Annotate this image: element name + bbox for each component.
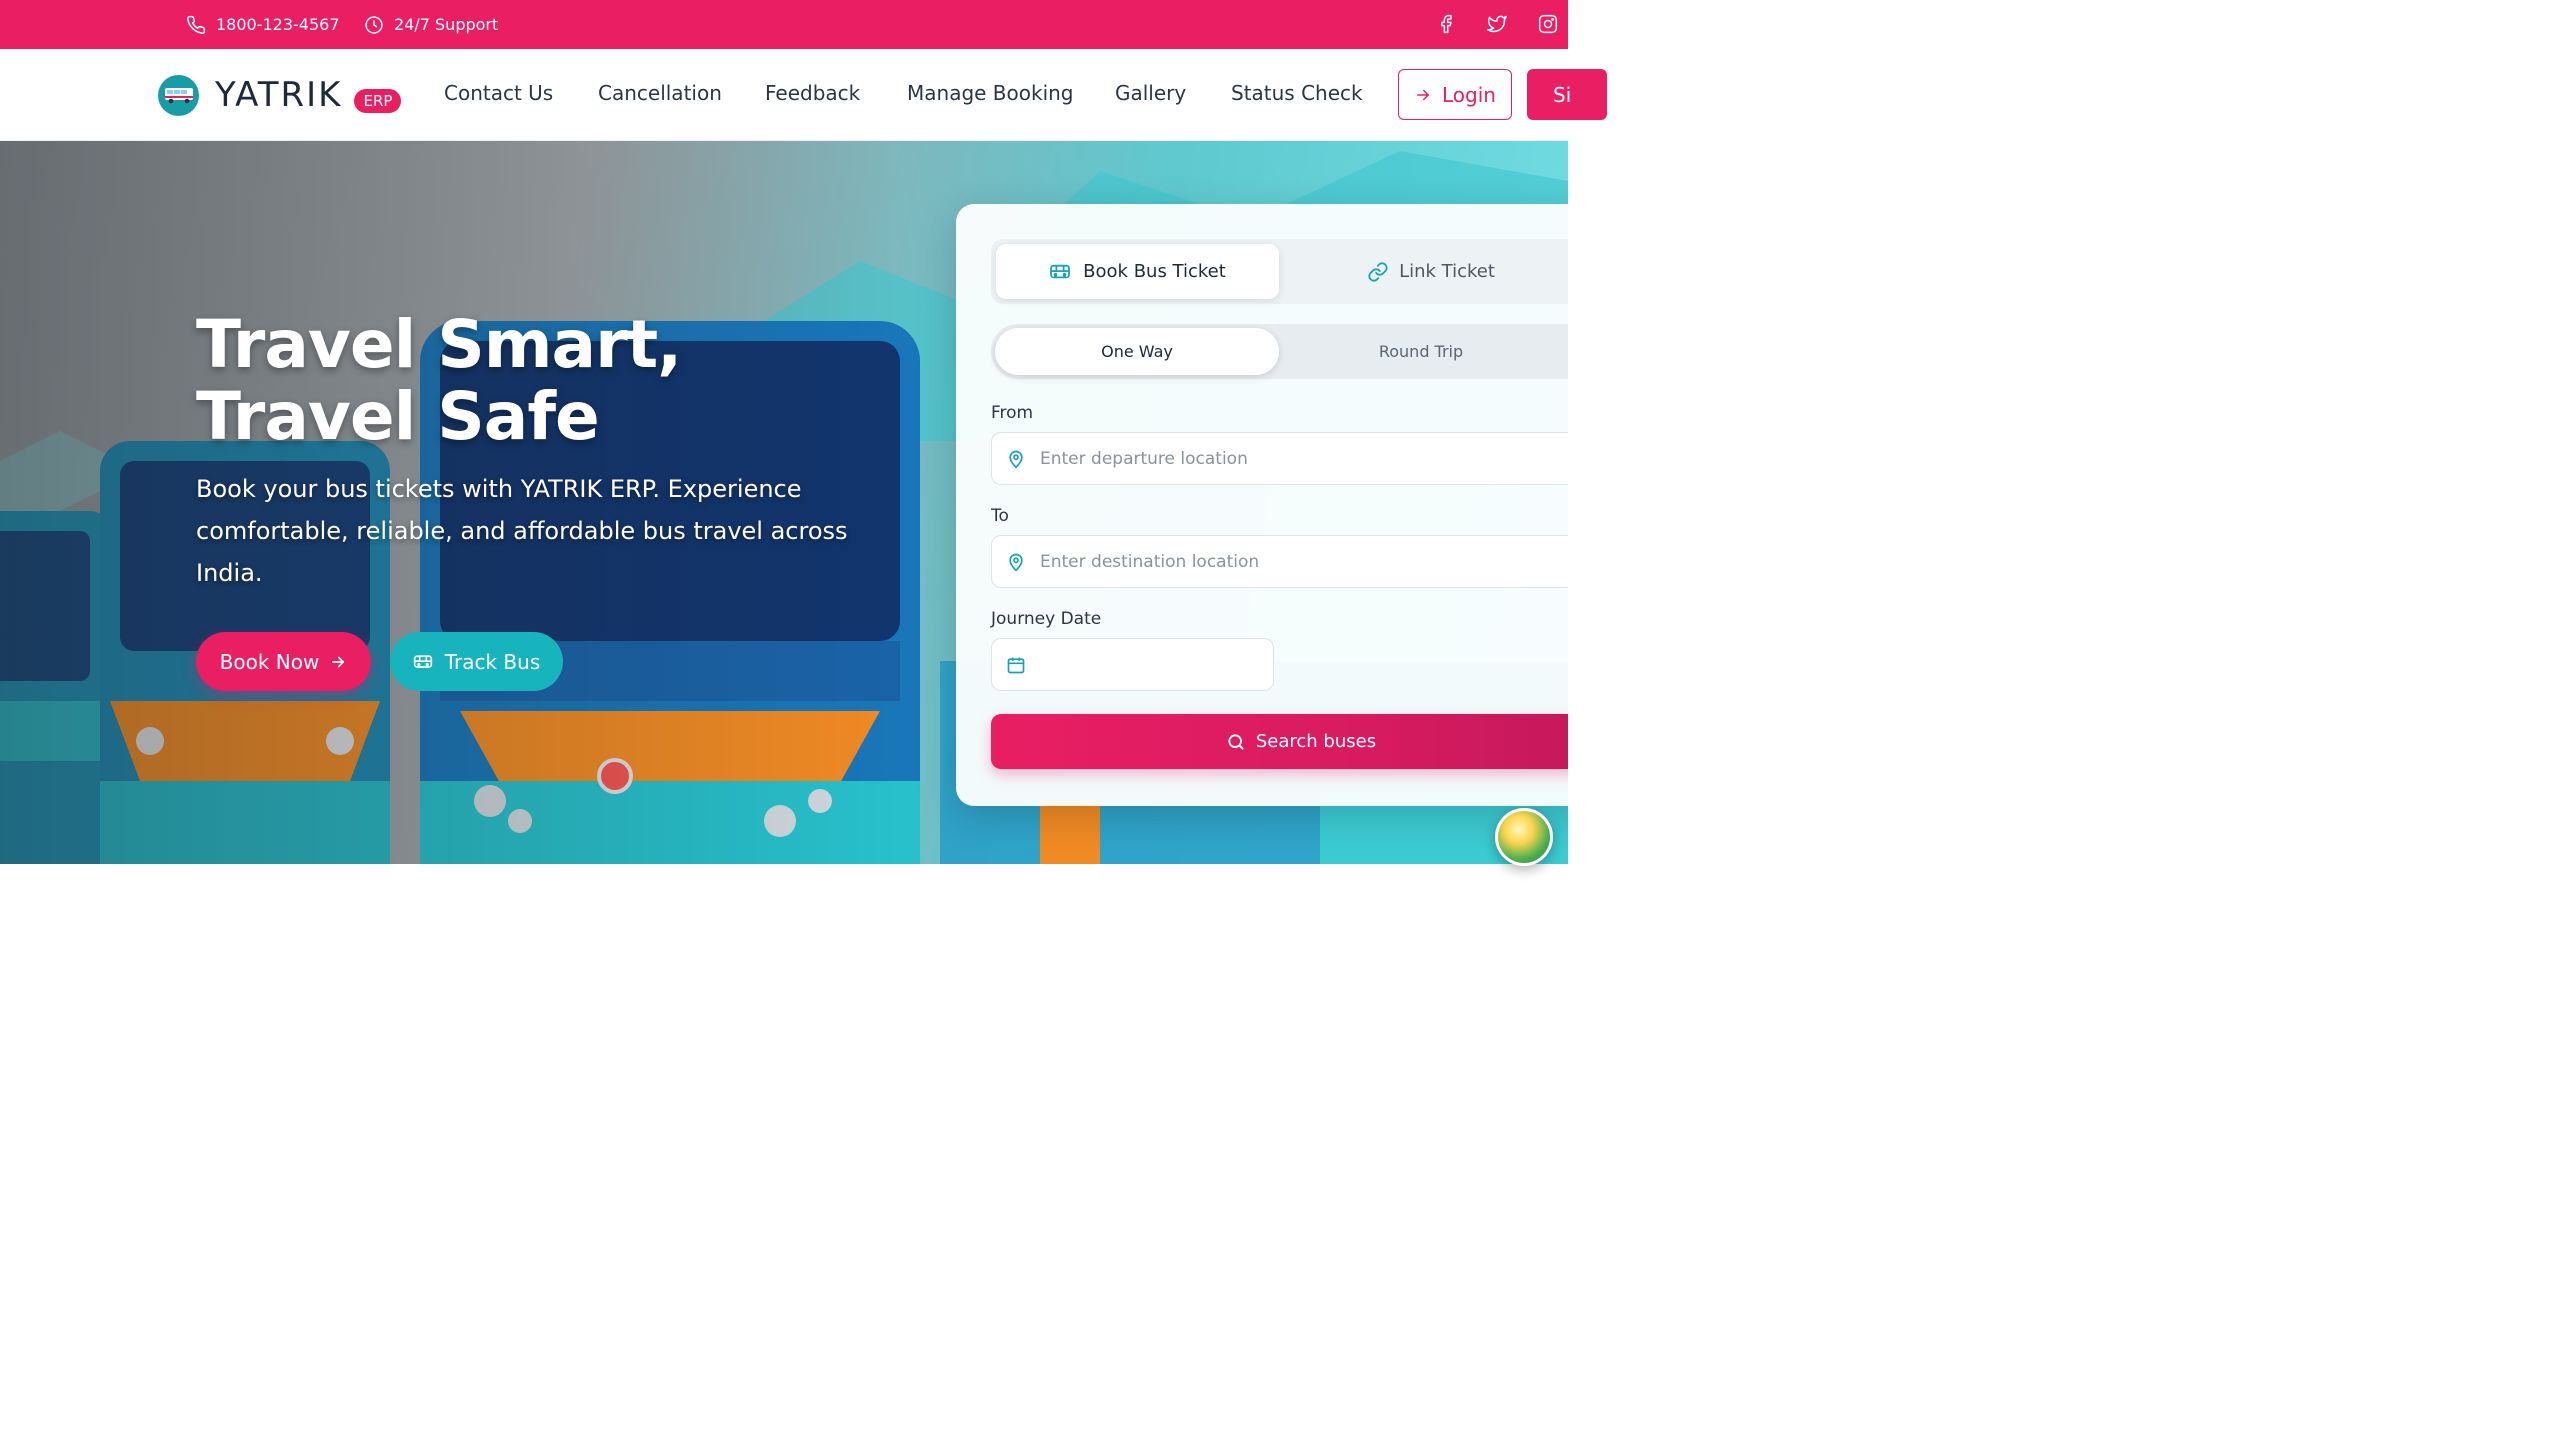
main-navbar: YATRIK ERP Contact Us Cancellation Feedb… bbox=[0, 49, 1607, 141]
hero-title-line1: Travel Smart, bbox=[196, 306, 682, 383]
search-buses-label: Search buses bbox=[1255, 731, 1377, 752]
location-pin-icon bbox=[1009, 450, 1023, 468]
facebook-icon[interactable] bbox=[1434, 12, 1458, 36]
login-label: Login bbox=[1442, 82, 1496, 107]
signup-button[interactable]: Si bbox=[1527, 69, 1607, 120]
location-pin-icon bbox=[1009, 553, 1023, 571]
search-buses-button[interactable]: Search buses bbox=[991, 714, 1568, 769]
to-label: To bbox=[991, 506, 1009, 526]
booking-tabs: Book Bus Ticket Link Ticket bbox=[991, 239, 1568, 304]
track-bus-label: Track Bus bbox=[444, 649, 541, 674]
from-label: From bbox=[991, 403, 1034, 423]
hero-title: Travel Smart, Travel Safe bbox=[196, 306, 682, 455]
phone-icon bbox=[187, 15, 206, 34]
journey-date-label: Journey Date bbox=[991, 609, 1102, 629]
phone-number: 1800-123-4567 bbox=[216, 15, 340, 34]
to-field[interactable]: Enter destination location bbox=[991, 535, 1568, 588]
bus-ticket-icon bbox=[1050, 264, 1071, 278]
instagram-icon[interactable] bbox=[1536, 12, 1560, 36]
top-contact-bar: 1800-123-4567 24/7 Support bbox=[0, 0, 1568, 49]
hero-subtitle: Book your bus tickets with YATRIK ERP. E… bbox=[196, 475, 848, 587]
from-field[interactable]: Enter departure location bbox=[991, 432, 1568, 485]
journey-date-field[interactable] bbox=[991, 638, 1274, 691]
brand-name: YATRIK bbox=[215, 75, 343, 115]
nav-contact-us[interactable]: Contact Us bbox=[444, 81, 553, 105]
tab-link-label: Link Ticket bbox=[1399, 261, 1495, 282]
brand-logo[interactable]: YATRIK ERP bbox=[158, 73, 402, 117]
link-icon bbox=[1368, 261, 1388, 282]
one-way-option[interactable]: One Way bbox=[995, 328, 1279, 375]
hero-title-line2: Travel Safe bbox=[196, 378, 600, 455]
tab-book-bus-ticket[interactable]: Book Bus Ticket bbox=[996, 244, 1279, 299]
signup-label: Si bbox=[1553, 82, 1572, 107]
nav-status-check[interactable]: Status Check bbox=[1231, 81, 1363, 105]
booking-card: Book Bus Ticket Link Ticket One Way Roun… bbox=[956, 204, 1568, 806]
tab-book-label: Book Bus Ticket bbox=[1083, 261, 1226, 282]
nav-cancellation[interactable]: Cancellation bbox=[598, 81, 722, 105]
calendar-icon bbox=[1007, 657, 1025, 673]
book-now-button[interactable]: Book Now bbox=[196, 632, 371, 691]
erp-badge: ERP bbox=[354, 89, 402, 113]
login-arrow-icon bbox=[1417, 89, 1430, 100]
trip-type-toggle: One Way Round Trip bbox=[991, 324, 1568, 379]
support-label: 24/7 Support bbox=[394, 15, 499, 34]
nav-gallery[interactable]: Gallery bbox=[1115, 81, 1186, 105]
support-info: 24/7 Support bbox=[364, 0, 498, 49]
tab-link-ticket[interactable]: Link Ticket bbox=[1291, 244, 1568, 299]
bus-icon bbox=[413, 654, 432, 668]
round-trip-option[interactable]: Round Trip bbox=[1281, 328, 1561, 375]
book-now-label: Book Now bbox=[219, 649, 320, 674]
track-bus-button[interactable]: Track Bus bbox=[390, 632, 563, 691]
chat-assistant-icon[interactable] bbox=[1495, 808, 1553, 866]
arrow-right-icon bbox=[332, 656, 345, 667]
nav-manage-booking[interactable]: Manage Booking bbox=[907, 81, 1074, 105]
to-placeholder: Enter destination location bbox=[1040, 551, 1260, 572]
nav-feedback[interactable]: Feedback bbox=[765, 81, 860, 105]
hero-section: Travel Smart, Travel Safe Book your bus … bbox=[0, 141, 1568, 864]
from-placeholder: Enter departure location bbox=[1040, 448, 1248, 469]
phone-contact[interactable]: 1800-123-4567 bbox=[186, 0, 340, 49]
login-button[interactable]: Login bbox=[1398, 69, 1512, 120]
bus-logo-icon bbox=[158, 74, 199, 116]
clock-icon bbox=[365, 15, 383, 34]
twitter-icon[interactable] bbox=[1485, 12, 1509, 36]
search-icon bbox=[1228, 733, 1244, 750]
